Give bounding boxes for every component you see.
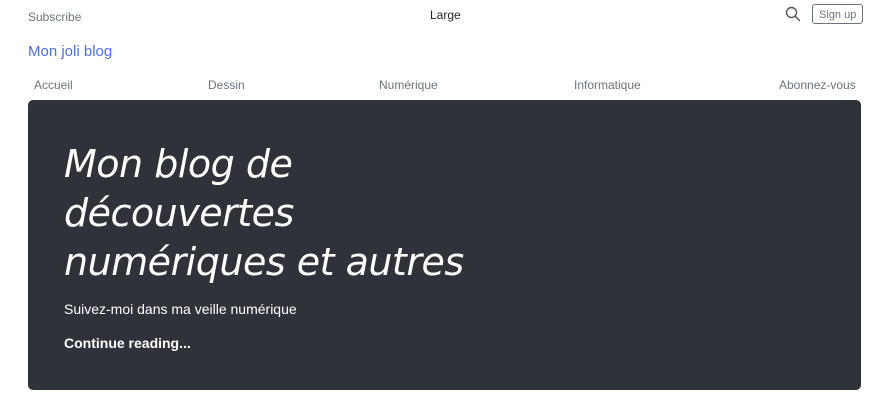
hero-title: Mon blog de découvertes numériques et au… xyxy=(64,140,484,287)
nav-item-abonnez-vous[interactable]: Abonnez-vous xyxy=(779,78,856,92)
sign-up-button[interactable]: Sign up xyxy=(812,4,864,24)
top-header: Subscribe Large Sign up xyxy=(0,0,892,32)
hero-title-line: numériques et autres xyxy=(64,240,464,284)
hero-title-line: Mon blog de xyxy=(64,142,293,186)
subscribe-link[interactable]: Subscribe xyxy=(28,10,81,24)
nav-item-informatique[interactable]: Informatique xyxy=(574,78,641,92)
nav-item-accueil[interactable]: Accueil xyxy=(34,78,73,92)
hero-title-line: découvertes xyxy=(64,191,294,235)
category-nav: Accueil Dessin Numérique Informatique Ab… xyxy=(28,78,861,96)
blog-title[interactable]: Mon joli blog xyxy=(28,43,112,60)
header-brand-text[interactable]: Large xyxy=(430,8,461,22)
hero-lead-text: Suivez-moi dans ma veille numérique xyxy=(64,301,297,317)
featured-post-hero: Mon blog de découvertes numériques et au… xyxy=(28,100,861,390)
continue-reading-link[interactable]: Continue reading... xyxy=(64,335,191,351)
nav-item-dessin[interactable]: Dessin xyxy=(208,78,245,92)
nav-item-numerique[interactable]: Numérique xyxy=(379,78,438,92)
search-icon[interactable] xyxy=(785,6,801,22)
